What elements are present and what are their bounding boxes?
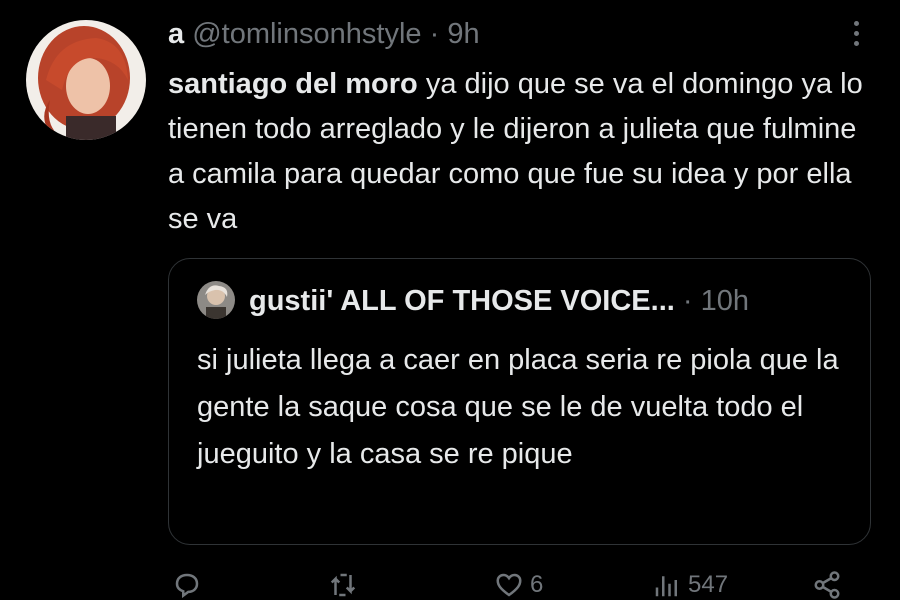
retweet-button[interactable] xyxy=(328,570,358,600)
separator-dot: · xyxy=(429,18,440,50)
quote-avatar-image xyxy=(197,281,235,319)
tweet-header: a @tomlinsonhstyle · 9h xyxy=(168,14,480,54)
reply-icon xyxy=(175,573,199,599)
tweet[interactable]: a @tomlinsonhstyle · 9h santiago del mor… xyxy=(0,0,900,600)
quote-avatar[interactable] xyxy=(197,281,235,319)
quote-tweet[interactable]: gustii' ALL OF THOSE VOICE... · 10h si j… xyxy=(168,258,871,545)
heart-icon xyxy=(496,573,522,597)
quote-header: gustii' ALL OF THOSE VOICE... · 10h xyxy=(249,281,749,321)
handle[interactable]: @tomlinsonhstyle xyxy=(192,18,421,50)
views-icon xyxy=(655,576,677,597)
quote-separator-dot: · xyxy=(682,285,693,317)
avatar-image xyxy=(26,20,146,140)
retweet-icon xyxy=(330,573,356,597)
view-count: 547 xyxy=(688,571,729,598)
tweet-text: santiago del moro ya dijo que se va el d… xyxy=(168,62,868,242)
reply-button[interactable] xyxy=(172,570,202,600)
display-name[interactable]: a xyxy=(168,18,184,50)
like-button[interactable]: 6 xyxy=(494,570,543,600)
more-options-icon[interactable] xyxy=(842,16,870,50)
action-bar: 6 547 xyxy=(0,560,900,600)
mention: santiago del moro xyxy=(168,68,418,100)
quote-text: si julieta llega a caer en placa seria r… xyxy=(197,344,839,470)
views-button[interactable]: 547 xyxy=(652,570,728,600)
share-button[interactable] xyxy=(812,570,842,600)
like-count: 6 xyxy=(530,571,544,598)
timestamp[interactable]: 9h xyxy=(447,18,479,50)
quote-timestamp[interactable]: 10h xyxy=(701,285,749,317)
share-icon xyxy=(814,571,840,599)
quote-display-name[interactable]: gustii' ALL OF THOSE VOICE... xyxy=(249,285,675,317)
avatar[interactable] xyxy=(26,20,146,140)
